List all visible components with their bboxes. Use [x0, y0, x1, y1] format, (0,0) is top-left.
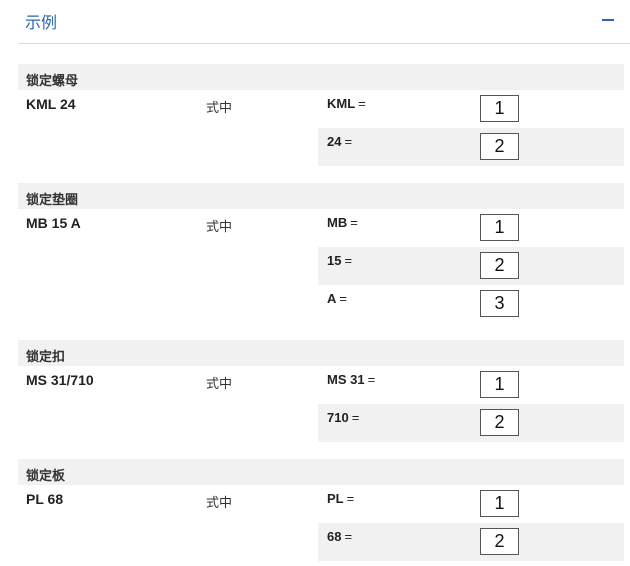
part-number: PL 68 — [26, 491, 64, 507]
pair-number-badge: 1 — [480, 371, 519, 398]
section-title: 锁定垫圈 — [18, 183, 624, 209]
pair-key: 15 = — [327, 253, 353, 268]
designation-row: 710 = 2 — [18, 404, 624, 442]
designation-pair: A = 3 — [318, 285, 624, 323]
collapse-icon[interactable] — [602, 16, 614, 28]
pair-number-badge: 2 — [480, 252, 519, 279]
pair-number-badge: 2 — [480, 409, 519, 436]
part-number: KML 24 — [26, 96, 76, 112]
pair-key: PL = — [327, 491, 355, 506]
form-label: 式中 — [206, 219, 233, 234]
designation-pair: MS 31 = 1 — [318, 366, 624, 404]
part-number: MS 31/710 — [26, 372, 94, 388]
pair-key: MB = — [327, 215, 358, 230]
pair-number-badge: 2 — [480, 528, 519, 555]
designation-pair: PL = 1 — [318, 485, 624, 523]
pair-number-badge: 1 — [480, 95, 519, 122]
designation-row: A = 3 — [18, 285, 624, 323]
designation-row: MB 15 A 式中 MB = 1 — [18, 209, 624, 247]
designation-pair: 68 = 2 — [318, 523, 624, 561]
section-title: 锁定板 — [18, 459, 624, 485]
designation-pair: KML = 1 — [318, 90, 624, 128]
pair-number-badge: 1 — [480, 214, 519, 241]
pair-number-badge: 1 — [480, 490, 519, 517]
designation-row: 15 = 2 — [18, 247, 624, 285]
header-title: 示例 — [25, 15, 58, 32]
pair-key: MS 31 = — [327, 372, 376, 387]
example-header[interactable]: 示例 — [18, 0, 630, 44]
pair-number-badge: 2 — [480, 133, 519, 160]
part-number: MB 15 A — [26, 215, 81, 231]
pair-number-badge: 3 — [480, 290, 519, 317]
pair-key: 24 = — [327, 134, 353, 149]
designation-row: PL 68 式中 PL = 1 — [18, 485, 624, 523]
designation-row: 24 = 2 — [18, 128, 624, 166]
designation-pair: MB = 1 — [318, 209, 624, 247]
designation-row: 68 = 2 — [18, 523, 624, 561]
form-label: 式中 — [206, 495, 233, 510]
section-title: 锁定螺母 — [18, 64, 624, 90]
designation-pair: 24 = 2 — [318, 128, 624, 166]
form-label: 式中 — [206, 376, 233, 391]
section-lock-washer: 锁定垫圈 MB 15 A 式中 MB = 1 15 = 2 A = 3 — [18, 183, 624, 323]
pair-key: A = — [327, 291, 347, 306]
pair-key: 710 = — [327, 410, 360, 425]
section-title: 锁定扣 — [18, 340, 624, 366]
pair-key: 68 = — [327, 529, 353, 544]
form-label: 式中 — [206, 100, 233, 115]
section-lock-nut: 锁定螺母 KML 24 式中 KML = 1 24 = 2 — [18, 64, 624, 166]
designation-row: MS 31/710 式中 MS 31 = 1 — [18, 366, 624, 404]
section-lock-clip: 锁定扣 MS 31/710 式中 MS 31 = 1 710 = 2 — [18, 340, 624, 442]
pair-key: KML = — [327, 96, 366, 111]
section-lock-plate: 锁定板 PL 68 式中 PL = 1 68 = 2 — [18, 459, 624, 561]
designation-row: KML 24 式中 KML = 1 — [18, 90, 624, 128]
designation-pair: 710 = 2 — [318, 404, 624, 442]
designation-pair: 15 = 2 — [318, 247, 624, 285]
